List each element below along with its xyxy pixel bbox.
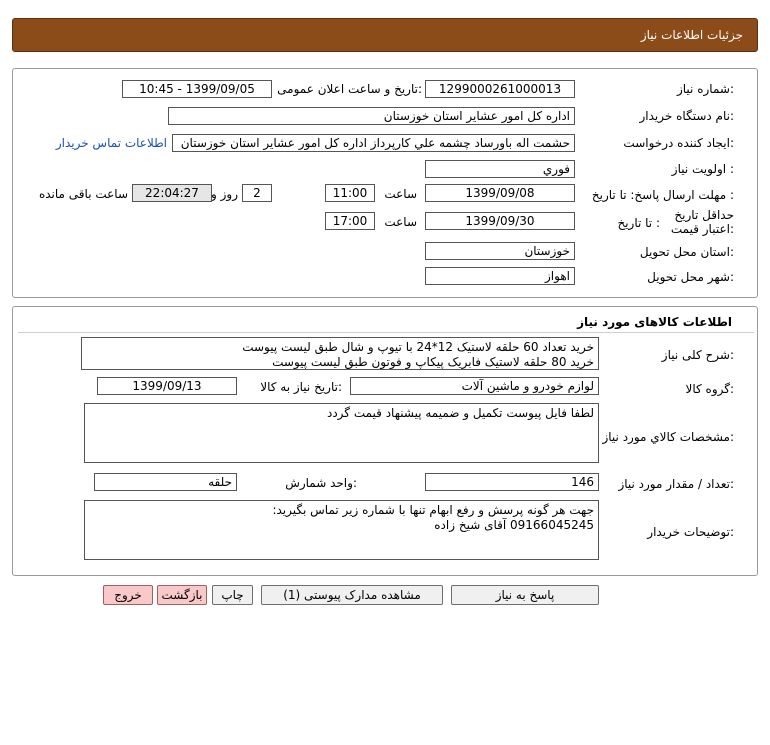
need-details-panel	[12, 68, 758, 298]
city-field: اهواز	[425, 267, 575, 285]
page-header: جزئیات اطلاعات نیاز	[12, 18, 758, 52]
print-button[interactable]: چاپ	[212, 585, 253, 605]
need-number-field: 1299000261000013	[425, 80, 575, 98]
buyer-org-label: نام دستگاه خریدار:	[639, 109, 735, 123]
goods-section-title: اطلاعات کالاهای مورد نیاز	[577, 315, 732, 329]
exit-button[interactable]: خروج	[103, 585, 153, 605]
quantity-label: تعداد / مقدار مورد نیاز:	[618, 477, 734, 491]
remaining-time-field: 22:04:27	[132, 184, 212, 202]
city-label: شهر محل تحویل:	[647, 270, 734, 284]
goods-group-field: لوازم خودرو و ماشین آلات	[350, 377, 599, 395]
requester-label: ایجاد کننده درخواست:	[623, 136, 734, 150]
deadline-time-label: ساعت	[384, 187, 417, 201]
specs-label: مشخصات کالاي مورد نیاز:	[602, 430, 734, 444]
attachments-button[interactable]: مشاهده مدارک پیوستی (1)	[261, 585, 443, 605]
buyer-notes-line-1: جهت هر گونه پرسش و رفع ابهام تنها با شما…	[272, 503, 594, 517]
page-title: جزئیات اطلاعات نیاز	[640, 28, 743, 42]
buyer-contact-link[interactable]: اطلاعات تماس خریدار	[56, 136, 167, 150]
announce-datetime-label: تاریخ و ساعت اعلان عمومی:	[277, 82, 422, 96]
specs-field: لطفا فایل پیوست تکمیل و ضمیمه پیشنهاد قی…	[84, 403, 599, 463]
province-field: خوزستان	[425, 242, 575, 260]
province-label: استان محل تحویل:	[639, 245, 734, 259]
quantity-field: 146	[425, 473, 599, 491]
need-date-field: 1399/09/13	[97, 377, 237, 395]
remaining-days-label: روز و	[211, 187, 238, 201]
requester-field: حشمت اله باورساد چشمه علي کارپرداز اداره…	[172, 134, 575, 152]
need-number-label: شماره نیاز:	[676, 82, 734, 96]
announce-datetime-field: 1399/09/05 - 10:45	[122, 80, 272, 98]
remaining-days-field: 2	[242, 184, 272, 202]
deadline-date-field: 1399/09/08	[425, 184, 575, 202]
description-line-2: خرید 80 حلقه لاستیک فابریک پیکاپ و فوتون…	[272, 355, 594, 369]
deadline-time-field: 11:00	[325, 184, 375, 202]
unit-field: حلقه	[94, 473, 237, 491]
priority-field: فوري	[425, 160, 575, 178]
description-field: خرید تعداد 60 حلقه لاستیک 12*24 با تیوپ …	[81, 337, 599, 370]
remaining-time-label: ساعت باقی مانده	[38, 187, 128, 201]
validity-date-field: 1399/09/30	[425, 212, 575, 230]
back-button[interactable]: بازگشت	[157, 585, 207, 605]
goods-section-divider	[18, 332, 754, 333]
deadline-label: مهلت ارسال پاسخ: تا تاریخ :	[591, 188, 734, 202]
validity-to-date-label: تا تاریخ :	[617, 216, 660, 230]
unit-label: واحد شمارش:	[285, 476, 357, 490]
buyer-org-field: اداره کل امور عشایر استان خوزستان	[168, 107, 575, 125]
buyer-notes-field: جهت هر گونه پرسش و رفع ابهام تنها با شما…	[84, 500, 599, 560]
need-date-label: تاریخ نیاز به کالا:	[260, 380, 342, 394]
specs-text: لطفا فایل پیوست تکمیل و ضمیمه پیشنهاد قی…	[326, 406, 594, 420]
buyer-notes-line-2: 09166045245 آقای شیخ زاده	[434, 518, 594, 532]
validity-time-field: 17:00	[325, 212, 375, 230]
reply-button[interactable]: پاسخ به نیاز	[451, 585, 599, 605]
description-label: شرح کلی نیاز:	[661, 348, 734, 362]
buyer-notes-label: توضیحات خریدار:	[647, 525, 734, 539]
description-line-1: خرید تعداد 60 حلقه لاستیک 12*24 با تیوپ …	[242, 340, 594, 354]
priority-label: اولویت نیاز :	[671, 162, 734, 176]
validity-time-label: ساعت	[384, 215, 417, 229]
goods-group-label: گروه کالا:	[685, 382, 735, 396]
validity-label: حداقل تاریخ اعتبار قیمت:	[670, 208, 734, 236]
